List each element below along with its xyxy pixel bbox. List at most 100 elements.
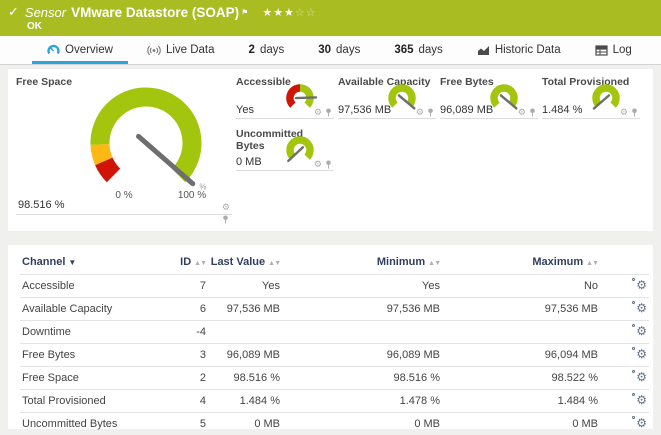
- tab-label: days: [260, 44, 284, 56]
- gauge-tile-accessible: AccessibleYes⚙: [236, 73, 334, 119]
- cell-last-value: [208, 321, 282, 344]
- gauge-gear-icon[interactable]: ⚙: [620, 108, 628, 117]
- tab-label: Log: [613, 44, 632, 56]
- gauge-value: 97,536 MB: [338, 104, 391, 116]
- cell-last-value: Yes: [208, 275, 282, 298]
- gauge-gear-icon[interactable]: ⚙: [222, 203, 230, 212]
- cell-minimum: 98.516 %: [282, 367, 442, 390]
- tab-historic-data[interactable]: Historic Data: [460, 36, 578, 64]
- tab-label: days: [419, 44, 443, 56]
- cell-minimum: 1.478 %: [282, 390, 442, 413]
- tab-30-days[interactable]: 30days: [301, 36, 377, 64]
- pin-icon[interactable]: [325, 160, 332, 169]
- tab-bar: Overview Live Data 2days30days 365 days Histo…: [0, 36, 661, 65]
- cell-id: 7: [168, 275, 208, 298]
- tab-label: Live Data: [166, 44, 215, 56]
- cell-last-value: 0 MB: [208, 413, 282, 435]
- tab-2-days[interactable]: 2days: [232, 36, 302, 64]
- table-row[interactable]: Free Space298.516 %98.516 %98.522 %⚙: [20, 367, 649, 390]
- channel-settings-gear-icon[interactable]: ⚙: [636, 417, 647, 429]
- sort-icon: ▲▼: [586, 260, 598, 267]
- cell-id: 3: [168, 344, 208, 367]
- tab-label: Overview: [65, 44, 113, 56]
- cell-maximum: No: [442, 275, 600, 298]
- column-header-last-value[interactable]: Last Value▲▼: [208, 251, 282, 275]
- cell-minimum: 97,536 MB: [282, 298, 442, 321]
- channel-settings-gear-icon[interactable]: ⚙: [636, 348, 647, 360]
- sensor-header: ✓ Sensor VMware Datastore (SOAP) ⚑ ★★★☆☆…: [0, 0, 661, 36]
- chart-icon: [477, 45, 490, 56]
- tab-label: days: [336, 44, 360, 56]
- sort-icon: ▲▼: [428, 260, 440, 267]
- gauge-gear-icon[interactable]: ⚙: [416, 108, 424, 117]
- status-check-icon: ✓: [8, 4, 19, 20]
- gauge-min-label: 0 %: [115, 190, 132, 201]
- small-gauges-grid: AccessibleYes⚙Available Capacity97,536 M…: [236, 73, 645, 215]
- gauge-gear-icon[interactable]: ⚙: [314, 108, 322, 117]
- gauge-gear-icon[interactable]: ⚙: [314, 160, 322, 169]
- sort-desc-icon: ▼: [68, 258, 76, 267]
- cell-minimum: [282, 321, 442, 344]
- gauge-tile-free-space: Free Space %0 %100 % 98.516 % ⚙: [16, 73, 232, 215]
- gauge-value: 1.484 %: [542, 104, 582, 116]
- cell-channel: Downtime: [20, 321, 168, 344]
- cell-id: 4: [168, 390, 208, 413]
- column-header-minimum[interactable]: Minimum▲▼: [282, 251, 442, 275]
- channel-settings-gear-icon[interactable]: ⚙: [636, 279, 647, 291]
- cell-channel: Accessible: [20, 275, 168, 298]
- tab-log[interactable]: Log: [578, 36, 649, 64]
- status-badge: OK: [27, 21, 651, 32]
- tab-settings[interactable]: ⚙Settings: [649, 36, 661, 64]
- live-icon: [147, 45, 161, 56]
- cell-id: 6: [168, 298, 208, 321]
- cell-channel: Uncommitted Bytes: [20, 413, 168, 435]
- gauge-icon: [47, 44, 60, 56]
- channel-settings-gear-icon[interactable]: ⚙: [636, 325, 647, 337]
- cell-minimum: Yes: [282, 275, 442, 298]
- cell-maximum: 98.522 %: [442, 367, 600, 390]
- table-row[interactable]: Accessible7YesYesNo⚙: [20, 275, 649, 298]
- table-row[interactable]: Free Bytes396,089 MB96,089 MB96,094 MB⚙: [20, 344, 649, 367]
- pin-icon[interactable]: [631, 108, 638, 117]
- cell-last-value: 97,536 MB: [208, 298, 282, 321]
- tab-overview[interactable]: Overview: [30, 36, 130, 64]
- column-header-id[interactable]: ID▲▼: [168, 251, 208, 275]
- tab-number: 365: [394, 44, 413, 56]
- gauge-gear-icon[interactable]: ⚙: [518, 108, 526, 117]
- content-area: Free Space %0 %100 % 98.516 % ⚙ Accessib…: [0, 65, 661, 429]
- priority-stars[interactable]: ★★★☆☆: [262, 6, 316, 19]
- cell-minimum: 96,089 MB: [282, 344, 442, 367]
- channel-settings-gear-icon[interactable]: ⚙: [636, 394, 647, 406]
- table-row[interactable]: Total Provisioned41.484 %1.478 %1.484 %⚙: [20, 390, 649, 413]
- gauge-max-label: 100 %: [178, 190, 206, 201]
- channel-settings-gear-icon[interactable]: ⚙: [636, 371, 647, 383]
- table-row[interactable]: Uncommitted Bytes50 MB0 MB0 MB⚙: [20, 413, 649, 435]
- gauge-tile-free-bytes: Free Bytes96,089 MB⚙: [440, 73, 538, 119]
- cell-id: -4: [168, 321, 208, 344]
- pin-icon[interactable]: [427, 108, 434, 117]
- pin-icon[interactable]: [529, 108, 536, 117]
- cell-last-value: 96,089 MB: [208, 344, 282, 367]
- sort-icon: ▲▼: [268, 260, 280, 267]
- cell-maximum: 97,536 MB: [442, 298, 600, 321]
- pin-icon[interactable]: [222, 215, 229, 224]
- free-space-gauge: %0 %100 %: [16, 85, 232, 203]
- cell-channel: Free Space: [20, 367, 168, 390]
- flag-icon[interactable]: ⚑: [241, 8, 248, 17]
- cell-maximum: 1.484 %: [442, 390, 600, 413]
- tab-365-days[interactable]: 365 days: [377, 36, 459, 64]
- pin-icon[interactable]: [325, 108, 332, 117]
- column-header-maximum[interactable]: Maximum▲▼: [442, 251, 600, 275]
- cell-minimum: 0 MB: [282, 413, 442, 435]
- table-row[interactable]: Available Capacity697,536 MB97,536 MB97,…: [20, 298, 649, 321]
- column-header-channel[interactable]: Channel▼: [20, 251, 168, 275]
- table-row[interactable]: Downtime-4 ⚙: [20, 321, 649, 344]
- gauge-tile-total-provisioned: Total Provisioned1.484 %⚙: [542, 73, 640, 119]
- gauge-value: Yes: [236, 104, 254, 116]
- cell-id: 2: [168, 367, 208, 390]
- channel-settings-gear-icon[interactable]: ⚙: [636, 302, 647, 314]
- object-kind-label: Sensor: [25, 5, 66, 20]
- main-gauge-value: 98.516 %: [18, 199, 64, 211]
- cell-maximum: [442, 321, 600, 344]
- tab-live-data[interactable]: Live Data: [130, 36, 232, 64]
